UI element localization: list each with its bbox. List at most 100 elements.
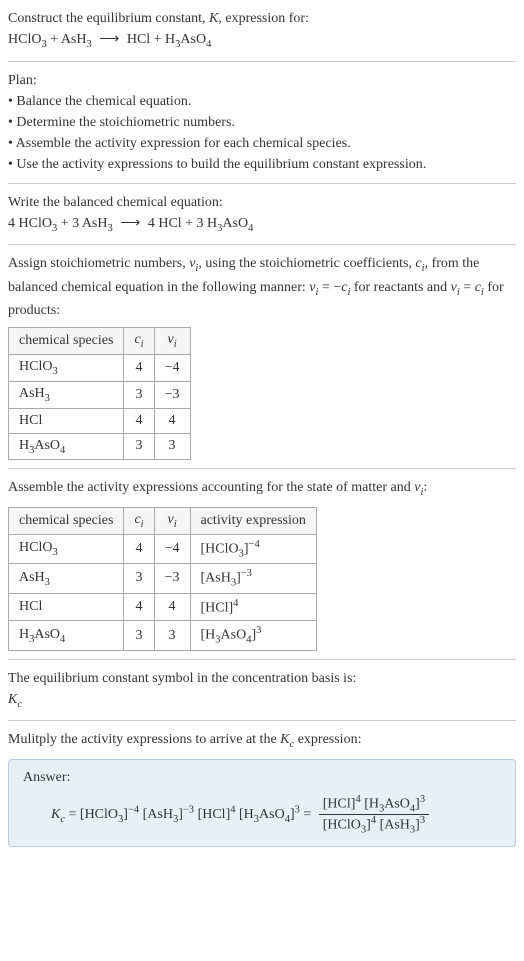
cell-c: 3	[124, 564, 154, 593]
divider	[8, 61, 516, 62]
assign-p1d: for reactants and	[350, 280, 450, 295]
ans-sp1: [AsH	[139, 807, 173, 822]
assemble-colon: :	[423, 480, 427, 495]
sp: H	[19, 438, 29, 453]
fraction: [HCl]4 [H3AsO4]3 [HClO3]4 [AsH3]3	[319, 794, 429, 836]
ans-e2: −3	[183, 804, 194, 815]
cell-activity: [H3AsO4]3	[190, 621, 316, 650]
cell-species: HCl	[9, 593, 124, 621]
th-nui: νi	[154, 507, 190, 534]
symbol-kc: Kc	[8, 689, 516, 713]
cell-nu: −3	[154, 564, 190, 593]
symbol-K: K	[8, 692, 17, 707]
header-text-2: , expression for:	[218, 11, 309, 26]
eq-rhs-1: HCl + H	[127, 32, 175, 47]
table-row: AsH3 3 −3 [AsH3]−3	[9, 564, 317, 593]
symbol-section: The equilibrium constant symbol in the c…	[8, 668, 516, 713]
cell-species: H3AsO4	[9, 433, 124, 460]
table-row: HCl 4 4	[9, 408, 191, 433]
eq-hclo3: HClO	[8, 32, 41, 47]
table-row: HClO3 4 −4	[9, 354, 191, 381]
table-row: H3AsO4 3 3	[9, 433, 191, 460]
th-csub: i	[141, 339, 144, 350]
ans-K: K	[51, 807, 60, 822]
cell-nu: −4	[154, 354, 190, 381]
balanced-section: Write the balanced chemical equation: 4 …	[8, 192, 516, 237]
act: [HClO	[201, 541, 239, 556]
cell-nu: 4	[154, 593, 190, 621]
spsub2: 4	[60, 633, 65, 644]
eq-sub-4: 4	[206, 39, 211, 50]
table-row: HClO3 4 −4 [HClO3]−4	[9, 534, 317, 563]
cell-c: 3	[124, 433, 154, 460]
th-species: chemical species	[9, 328, 124, 355]
ans-sp2: [HCl]	[194, 807, 230, 822]
activity-table: chemical species ci νi activity expressi…	[8, 507, 317, 651]
th-nui: νi	[154, 328, 190, 355]
cell-species: HCl	[9, 408, 124, 433]
th-ci: ci	[124, 507, 154, 534]
den3: [AsH	[376, 818, 410, 833]
plan-bullet-2: • Determine the stoichiometric numbers.	[8, 112, 516, 133]
spsub2: 4	[60, 444, 65, 455]
sp: HClO	[19, 359, 52, 374]
divider	[8, 659, 516, 660]
ans-e1: −4	[128, 804, 139, 815]
stoich-table: chemical species ci νi HClO3 4 −4 AsH3 3…	[8, 327, 191, 460]
th-ci: ci	[124, 328, 154, 355]
num2: [H	[361, 796, 379, 811]
eq-sub-2: 3	[87, 39, 92, 50]
cell-nu: −4	[154, 534, 190, 563]
bal-c4: AsO	[222, 216, 248, 231]
sp: AsH	[19, 386, 45, 401]
header-line1: Construct the equilibrium constant, K, e…	[8, 8, 516, 29]
act: [HCl]	[201, 600, 234, 615]
cell-c: 3	[124, 621, 154, 650]
ans-sp4: AsO	[259, 807, 285, 822]
actsup: 3	[256, 625, 261, 636]
mult-K: K	[280, 732, 289, 747]
assign-p1a: Assign stoichiometric numbers,	[8, 256, 189, 271]
actsup: −3	[241, 568, 252, 579]
th-csub: i	[141, 519, 144, 530]
nume2: 3	[420, 794, 425, 805]
assign-text: Assign stoichiometric numbers, νi, using…	[8, 253, 516, 321]
cell-species: HClO3	[9, 534, 124, 563]
num3: AsO	[384, 796, 410, 811]
spsub: 3	[52, 366, 57, 377]
num1: [HCl]	[323, 796, 356, 811]
cell-species: AsH3	[9, 564, 124, 593]
multiply-text: Mulitply the activity expressions to arr…	[8, 729, 516, 753]
cell-species: H3AsO4	[9, 621, 124, 650]
bal-s2: 3	[108, 222, 113, 233]
header: Construct the equilibrium constant, K, e…	[8, 8, 516, 53]
cell-species: AsH3	[9, 381, 124, 408]
eq-ash3: + AsH	[47, 32, 87, 47]
divider	[8, 720, 516, 721]
cell-c: 3	[124, 381, 154, 408]
cell-c: 4	[124, 593, 154, 621]
bal-c1: 4 HClO	[8, 216, 52, 231]
assign-section: Assign stoichiometric numbers, νi, using…	[8, 253, 516, 460]
plan-title: Plan:	[8, 70, 516, 91]
arrow-icon: ⟶	[116, 213, 144, 234]
symbol-csub: c	[17, 699, 22, 710]
cell-nu: 3	[154, 621, 190, 650]
th-activity: activity expression	[190, 507, 316, 534]
assemble-section: Assemble the activity expressions accoun…	[8, 477, 516, 650]
cell-c: 4	[124, 408, 154, 433]
spsub: 3	[45, 576, 50, 587]
ans-eqsign: =	[300, 807, 315, 822]
ans-eq: = [HClO	[65, 807, 118, 822]
arrow-icon: ⟶	[95, 29, 123, 50]
balanced-equation: 4 HClO3 + 3 AsH3 ⟶ 4 HCl + 3 H3AsO4	[8, 213, 516, 237]
sp: AsH	[19, 570, 45, 585]
plan-section: Plan: • Balance the chemical equation. •…	[8, 70, 516, 175]
eq-rhs-2: AsO	[180, 32, 206, 47]
balanced-title: Write the balanced chemical equation:	[8, 192, 516, 213]
actsup: 4	[233, 598, 238, 609]
den1: [HClO	[323, 818, 361, 833]
cell-activity: [HCl]4	[190, 593, 316, 621]
header-K: K	[209, 11, 218, 26]
assemble-text: Assemble the activity expressions accoun…	[8, 477, 516, 501]
